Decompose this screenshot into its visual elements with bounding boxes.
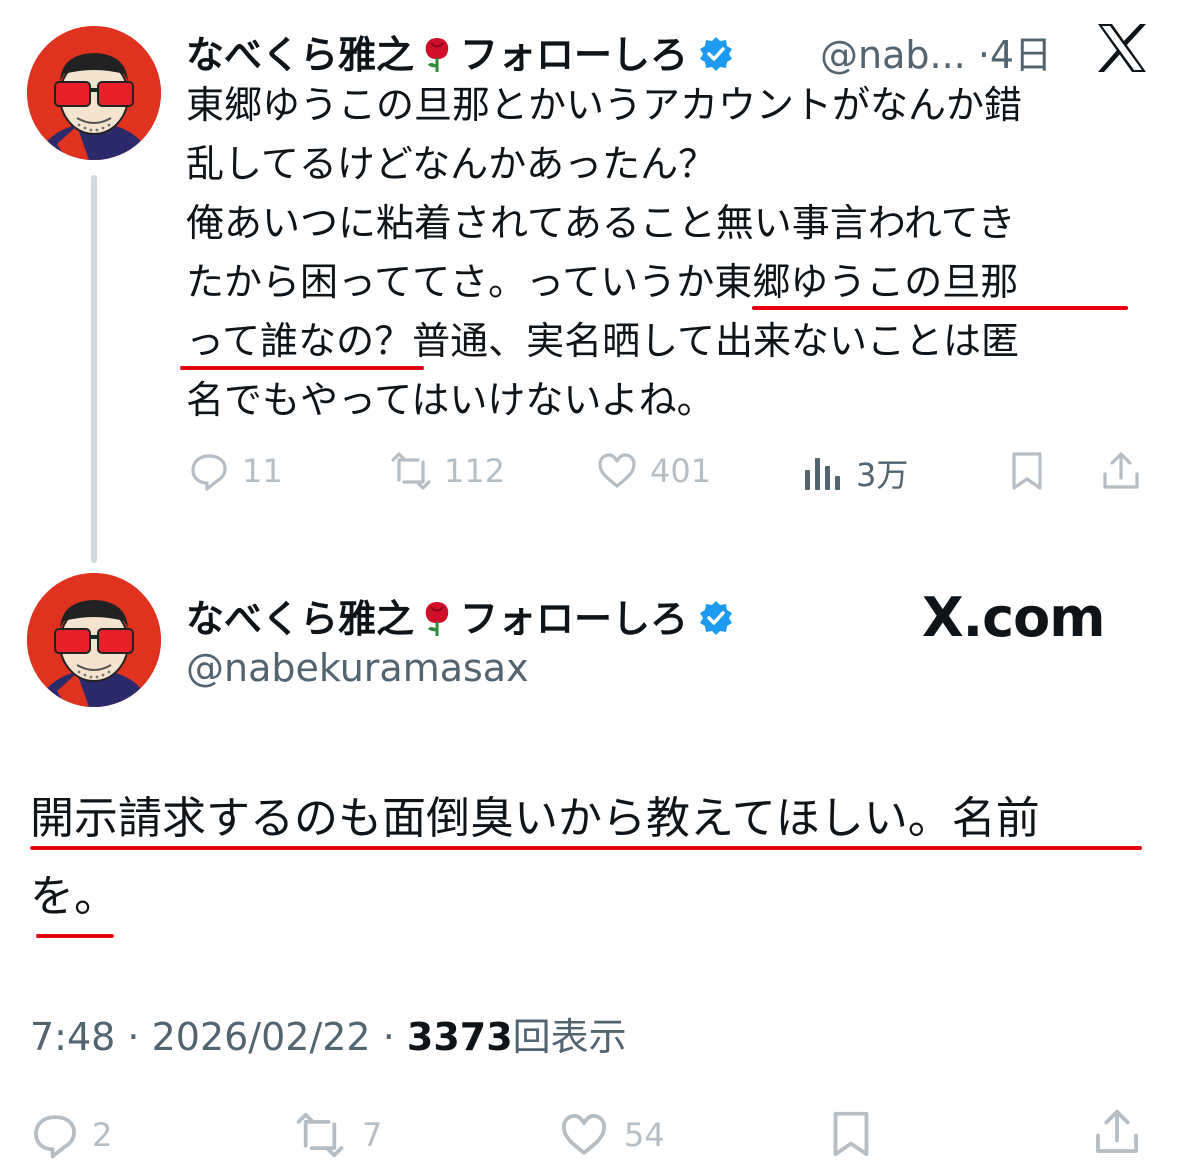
share-button[interactable] bbox=[1092, 1104, 1142, 1160]
bookmark-button[interactable] bbox=[826, 1106, 876, 1162]
reply-button[interactable]: 11 bbox=[188, 450, 283, 492]
red-underline bbox=[180, 366, 424, 370]
like-count: 54 bbox=[624, 1116, 665, 1154]
tweet-text-line: 乱してるけどなんかあったん？ bbox=[186, 142, 717, 186]
display-name: なべくら雅之 bbox=[186, 597, 415, 641]
views-button[interactable]: 3万 bbox=[802, 450, 908, 496]
tweet-text-line: 名でもやってはいけないよね。 bbox=[186, 378, 715, 422]
repost-icon bbox=[296, 1112, 344, 1158]
tweet-text: 開示請求するのも面倒臭いから教えてほしい。名前 を。 bbox=[30, 780, 1150, 936]
x-logo-icon[interactable] bbox=[1094, 22, 1150, 74]
red-underline bbox=[30, 846, 1142, 850]
tweet-text-line: って誰なの？普通、実名晒して出来ないことは匿 bbox=[186, 319, 1019, 363]
name-suffix: フォローしろ bbox=[460, 33, 689, 77]
red-underline bbox=[36, 934, 114, 938]
avatar[interactable] bbox=[27, 573, 161, 707]
repost-button[interactable]: 112 bbox=[390, 450, 505, 492]
author-name[interactable]: なべくら雅之 フォローしろ bbox=[186, 24, 734, 79]
view-label: 回表示 bbox=[512, 1015, 627, 1059]
tweet-text-line: を。 bbox=[30, 871, 118, 922]
like-icon bbox=[598, 453, 636, 488]
author-handle[interactable]: @nabekuramasax bbox=[186, 646, 529, 690]
bookmark-button[interactable] bbox=[1006, 450, 1048, 492]
author-name[interactable]: なべくら雅之 フォローしろ bbox=[186, 588, 734, 643]
repost-button[interactable]: 7 bbox=[290, 1110, 382, 1160]
author-handle[interactable]: @nab... bbox=[820, 33, 966, 77]
verified-badge-icon bbox=[698, 36, 734, 72]
avatar[interactable] bbox=[27, 26, 161, 160]
bookmark-icon bbox=[1012, 452, 1042, 490]
reply-button[interactable]: 2 bbox=[30, 1110, 112, 1160]
tweet-time[interactable]: 4日 bbox=[990, 33, 1052, 77]
like-button[interactable]: 54 bbox=[556, 1110, 665, 1160]
rose-icon bbox=[418, 34, 456, 74]
red-underline bbox=[752, 306, 1128, 310]
rose-icon bbox=[418, 598, 456, 638]
tweet-timestamp[interactable]: 7:48 · 2026/02/22 · 3373回表示 bbox=[30, 1006, 627, 1061]
like-button[interactable]: 401 bbox=[596, 450, 711, 492]
display-name: なべくら雅之 bbox=[186, 33, 415, 77]
verified-badge-icon bbox=[698, 600, 734, 636]
x-com-brand: X.com bbox=[922, 586, 1106, 649]
avatar-illustration bbox=[27, 26, 161, 160]
tweet-text-line: 俺あいつに粘着されてあること無い事言われてき bbox=[186, 201, 1016, 245]
post-time: 7:48 bbox=[30, 1015, 116, 1059]
reply-icon bbox=[34, 1115, 76, 1159]
thread-connector-line bbox=[91, 175, 97, 563]
tweet-text: 東郷ゆうこの旦那とかいうアカウントがなんか錯 乱してるけどなんかあったん？ 俺あ… bbox=[186, 76, 1126, 430]
view-count: 3373 bbox=[406, 1015, 513, 1059]
like-count: 401 bbox=[650, 452, 712, 490]
meta-separator: · bbox=[977, 33, 990, 77]
reply-icon bbox=[191, 454, 227, 491]
avatar-illustration bbox=[27, 573, 161, 707]
bookmark-icon bbox=[833, 1111, 869, 1157]
tweet-text-line: 東郷ゆうこの旦那とかいうアカウントがなんか錯 bbox=[186, 83, 1023, 127]
reply-count: 2 bbox=[92, 1116, 113, 1154]
repost-icon bbox=[391, 452, 431, 490]
share-icon bbox=[1096, 1109, 1138, 1153]
share-icon bbox=[1103, 452, 1139, 489]
views-count: 3万 bbox=[856, 456, 909, 494]
views-icon bbox=[805, 458, 840, 490]
name-suffix: フォローしろ bbox=[460, 597, 689, 641]
tweet-meta: @nab... ·4日 bbox=[820, 24, 1052, 79]
repost-count: 112 bbox=[444, 452, 506, 490]
repost-count: 7 bbox=[362, 1116, 383, 1154]
reply-count: 11 bbox=[242, 452, 283, 490]
share-button[interactable] bbox=[1100, 450, 1142, 492]
like-icon bbox=[561, 1114, 607, 1155]
post-date: 2026/02/22 bbox=[151, 1015, 371, 1059]
tweet-text-line: たから困っててさ。っていうか東郷ゆうこの旦那 bbox=[186, 260, 1019, 304]
